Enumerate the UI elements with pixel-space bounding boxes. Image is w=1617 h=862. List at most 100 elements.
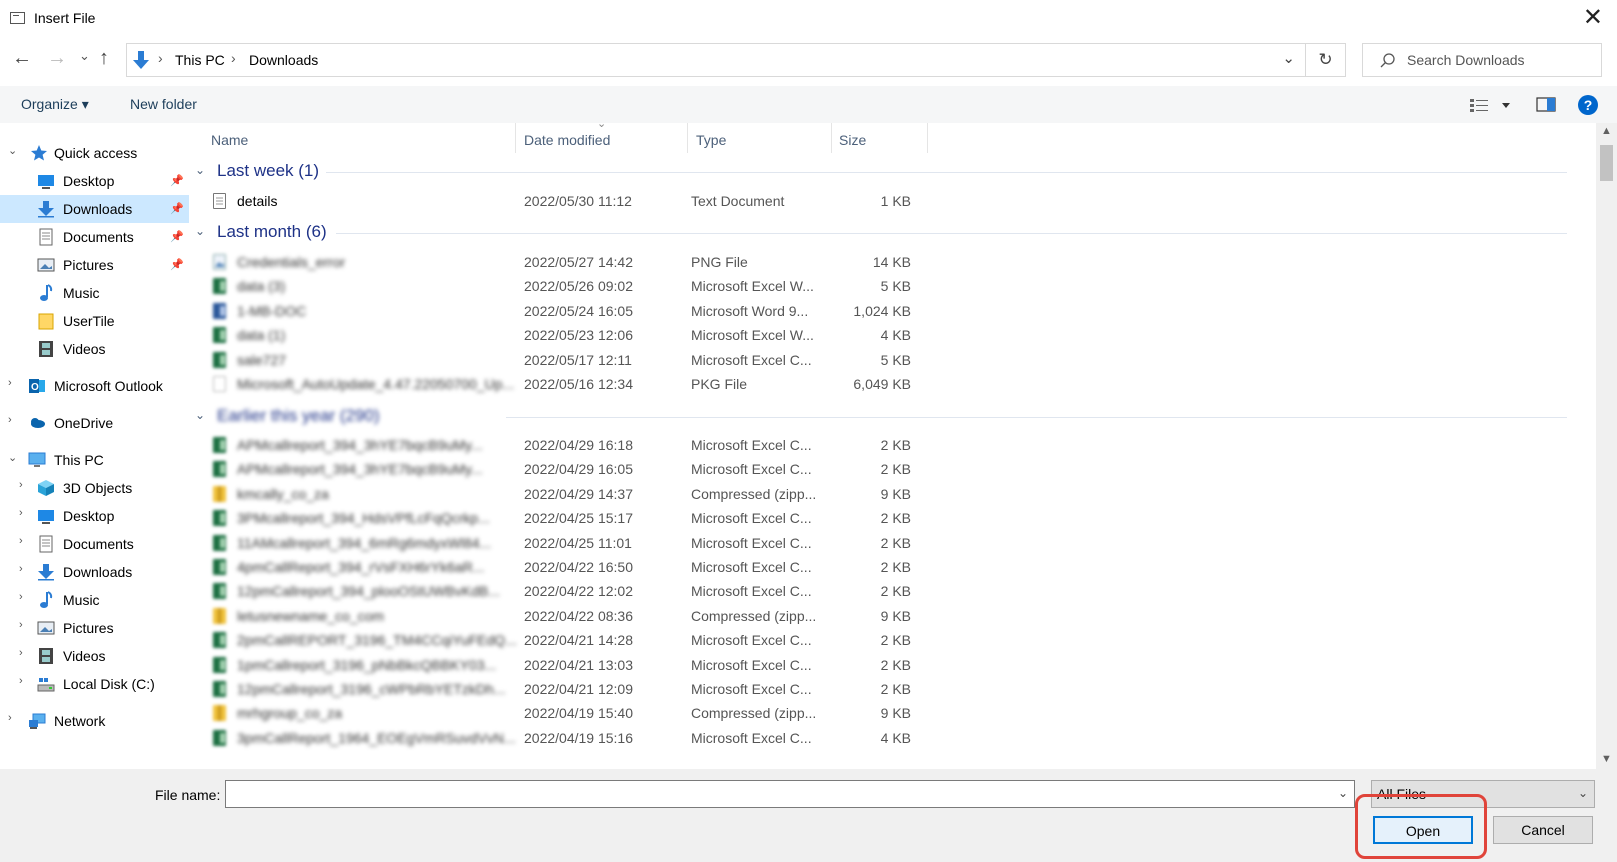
file-name-field[interactable]: ⌄ bbox=[225, 780, 1355, 808]
chevron-down-icon[interactable]: ⌄ bbox=[1578, 786, 1588, 800]
column-header-name[interactable]: Name bbox=[211, 132, 248, 148]
scroll-up-icon[interactable]: ▲ bbox=[1601, 125, 1612, 137]
cancel-button[interactable]: Cancel bbox=[1493, 816, 1593, 844]
address-bar[interactable]: › This PC › Downloads ⌄ bbox=[126, 43, 1306, 77]
file-row[interactable]: 4pmCallReport_394_rVsFXH6rYk6aR... 2022/0… bbox=[191, 555, 1551, 579]
sidebar-item-usertile[interactable]: UserTile bbox=[0, 307, 189, 335]
file-row[interactable]: sale727 2022/05/17 12:11 Microsoft Excel C… bbox=[191, 348, 1551, 372]
chevron-right-icon[interactable]: › bbox=[19, 507, 23, 519]
search-input[interactable] bbox=[1407, 52, 1592, 68]
sidebar-item-videos[interactable]: Videos bbox=[0, 335, 189, 363]
recent-locations-icon[interactable]: ⌄ bbox=[79, 48, 90, 64]
sidebar-item-this-pc[interactable]: ⌄ This PC bbox=[0, 446, 189, 474]
file-row[interactable]: 1-MB-DOC 2022/05/24 16:05 Microsoft Word 9… bbox=[191, 299, 1551, 323]
file-row[interactable]: details 2022/05/30 11:12 Text Document 1… bbox=[191, 189, 1551, 213]
chevron-right-icon[interactable]: › bbox=[19, 563, 23, 575]
chevron-down-icon[interactable]: ⌄ bbox=[195, 224, 205, 238]
sidebar-item-documents[interactable]: Documents 📌 bbox=[0, 223, 189, 251]
search-box[interactable] bbox=[1362, 43, 1602, 77]
column-header-size[interactable]: Size bbox=[839, 132, 866, 148]
sidebar-item-desktop[interactable]: Desktop 📌 bbox=[0, 167, 189, 195]
column-header-date[interactable]: Date modified bbox=[524, 132, 610, 148]
file-row[interactable]: 1pmCallreport_3196_pNbBkcQBBKY03... 2022/… bbox=[191, 653, 1551, 677]
column-divider[interactable] bbox=[831, 123, 832, 153]
chevron-right-icon[interactable]: › bbox=[19, 675, 23, 687]
refresh-button[interactable]: ↻ bbox=[1306, 43, 1346, 77]
chevron-right-icon[interactable]: › bbox=[8, 377, 12, 389]
pin-icon[interactable]: 📌 bbox=[170, 230, 184, 243]
sidebar-item-label: Microsoft Outlook bbox=[54, 378, 163, 394]
chevron-down-icon[interactable]: ⌄ bbox=[8, 451, 17, 464]
chevron-right-icon[interactable]: › bbox=[19, 479, 23, 491]
up-icon[interactable]: ↑ bbox=[99, 48, 109, 68]
column-divider[interactable] bbox=[687, 123, 688, 153]
scroll-down-icon[interactable]: ▼ bbox=[1601, 753, 1612, 765]
breadcrumb-this-pc[interactable]: This PC bbox=[175, 52, 225, 68]
file-row[interactable]: APMcallreport_394_3hYE7bqcB9uMy... 2022/0… bbox=[191, 433, 1551, 457]
column-divider[interactable] bbox=[927, 123, 928, 153]
address-dropdown-icon[interactable]: ⌄ bbox=[1282, 49, 1295, 67]
file-row[interactable]: 11AMcallreport_394_6mRg6mdyxWl84... 2022/… bbox=[191, 531, 1551, 555]
sidebar-item-music[interactable]: Music bbox=[0, 279, 189, 307]
chevron-right-icon[interactable]: › bbox=[8, 712, 12, 724]
group-header-last-month[interactable]: ⌄ Last month (6) bbox=[191, 221, 1591, 245]
file-row[interactable]: 3pmCallReport_1964_EOEgVmRSuvdVvN... 2022… bbox=[191, 726, 1551, 750]
chevron-down-icon[interactable]: ⌄ bbox=[1338, 786, 1348, 800]
sidebar-item-pictures-pc[interactable]: › Pictures bbox=[0, 614, 189, 642]
chevron-right-icon[interactable]: › bbox=[19, 535, 23, 547]
file-row[interactable]: APMcallreport_394_3hYE7bqcB9uMy... 2022/0… bbox=[191, 457, 1551, 481]
column-header-type[interactable]: Type bbox=[696, 132, 726, 148]
file-row[interactable]: Credentials_error 2022/05/27 14:42 PNG Fil… bbox=[191, 250, 1551, 274]
help-icon[interactable]: ? bbox=[1578, 95, 1598, 115]
file-row[interactable]: kmcally_co_za 2022/04/29 14:37 Compressed … bbox=[191, 482, 1551, 506]
chevron-down-icon[interactable]: ⌄ bbox=[8, 144, 17, 157]
chevron-down-icon[interactable]: ⌄ bbox=[195, 408, 205, 422]
file-row[interactable]: 3PMcallreport_394_HdsVPfLcFqQcrkp... 2022… bbox=[191, 506, 1551, 530]
sidebar-item-documents-pc[interactable]: › Documents bbox=[0, 530, 189, 558]
column-divider[interactable] bbox=[515, 123, 516, 153]
pin-icon[interactable]: 📌 bbox=[170, 174, 184, 187]
breadcrumb-downloads[interactable]: Downloads bbox=[249, 52, 318, 68]
file-row[interactable]: data (3) 2022/05/26 09:02 Microsoft Excel … bbox=[191, 274, 1551, 298]
chevron-right-icon[interactable]: › bbox=[8, 414, 12, 426]
excel-file-icon bbox=[213, 632, 226, 649]
chevron-right-icon[interactable]: › bbox=[19, 591, 23, 603]
chevron-right-icon[interactable]: › bbox=[19, 619, 23, 631]
sidebar-item-network[interactable]: › Network bbox=[0, 707, 189, 735]
new-folder-button[interactable]: New folder bbox=[130, 96, 197, 112]
sidebar-item-local-disk[interactable]: › Local Disk (C:) bbox=[0, 670, 189, 698]
forward-icon[interactable]: → bbox=[47, 48, 67, 68]
sidebar-item-downloads-pc[interactable]: › Downloads bbox=[0, 558, 189, 586]
sidebar-item-downloads[interactable]: Downloads 📌 bbox=[0, 195, 189, 223]
file-row[interactable]: letusnewname_co_com 2022/04/22 08:36 Compr… bbox=[191, 604, 1551, 628]
sidebar-item-desktop-pc[interactable]: › Desktop bbox=[0, 502, 189, 530]
file-row[interactable]: Microsoft_AutoUpdate_4.47.22050700_Up...… bbox=[191, 372, 1551, 396]
file-type: Microsoft Excel C... bbox=[691, 681, 812, 697]
file-row[interactable]: 12pmCallreport_3196_cWPbRbYETzkDh... 2022… bbox=[191, 677, 1551, 701]
file-row[interactable]: data (1) 2022/05/23 12:06 Microsoft Excel … bbox=[191, 323, 1551, 347]
sidebar-item-music-pc[interactable]: › Music bbox=[0, 586, 189, 614]
back-icon[interactable]: ← bbox=[12, 48, 32, 68]
sidebar-item-quick-access[interactable]: ⌄ Quick access bbox=[0, 139, 189, 167]
scrollbar-thumb[interactable] bbox=[1600, 145, 1613, 181]
sidebar-item-label: Downloads bbox=[63, 564, 133, 580]
preview-pane-icon[interactable] bbox=[1536, 96, 1556, 113]
pin-icon[interactable]: 📌 bbox=[170, 258, 184, 271]
chevron-down-icon[interactable]: ⌄ bbox=[195, 163, 205, 177]
pin-icon[interactable]: 📌 bbox=[170, 202, 184, 215]
file-row[interactable]: 12pmCallreport_394_plooOStUWBvKdB... 2022… bbox=[191, 579, 1551, 603]
sidebar-item-microsoft-outlook[interactable]: › O Microsoft Outlook bbox=[0, 372, 189, 400]
sidebar-item-videos-pc[interactable]: › Videos bbox=[0, 642, 189, 670]
group-header-last-week[interactable]: ⌄ Last week (1) bbox=[191, 160, 1591, 184]
chevron-right-icon[interactable]: › bbox=[19, 647, 23, 659]
sidebar-item-onedrive[interactable]: › OneDrive bbox=[0, 409, 189, 437]
organize-menu[interactable]: Organize ▾ bbox=[21, 96, 89, 113]
sidebar-item-pictures[interactable]: Pictures 📌 bbox=[0, 251, 189, 279]
file-row[interactable]: mrhgroup_co_za 2022/04/19 15:40 Compressed… bbox=[191, 701, 1551, 725]
group-header-earlier-this-year[interactable]: ⌄ Earlier this year (290) bbox=[191, 405, 1591, 429]
vertical-scrollbar[interactable]: ▲ ▼ bbox=[1596, 123, 1617, 769]
close-icon[interactable]: ✕ bbox=[1583, 4, 1603, 32]
file-row[interactable]: 2pmCallREPORT_3196_TM4CCqiYuFEdQ... 2022/… bbox=[191, 628, 1551, 652]
view-options-icon[interactable] bbox=[1469, 97, 1513, 113]
sidebar-item-3d-objects[interactable]: › 3D Objects bbox=[0, 474, 189, 502]
